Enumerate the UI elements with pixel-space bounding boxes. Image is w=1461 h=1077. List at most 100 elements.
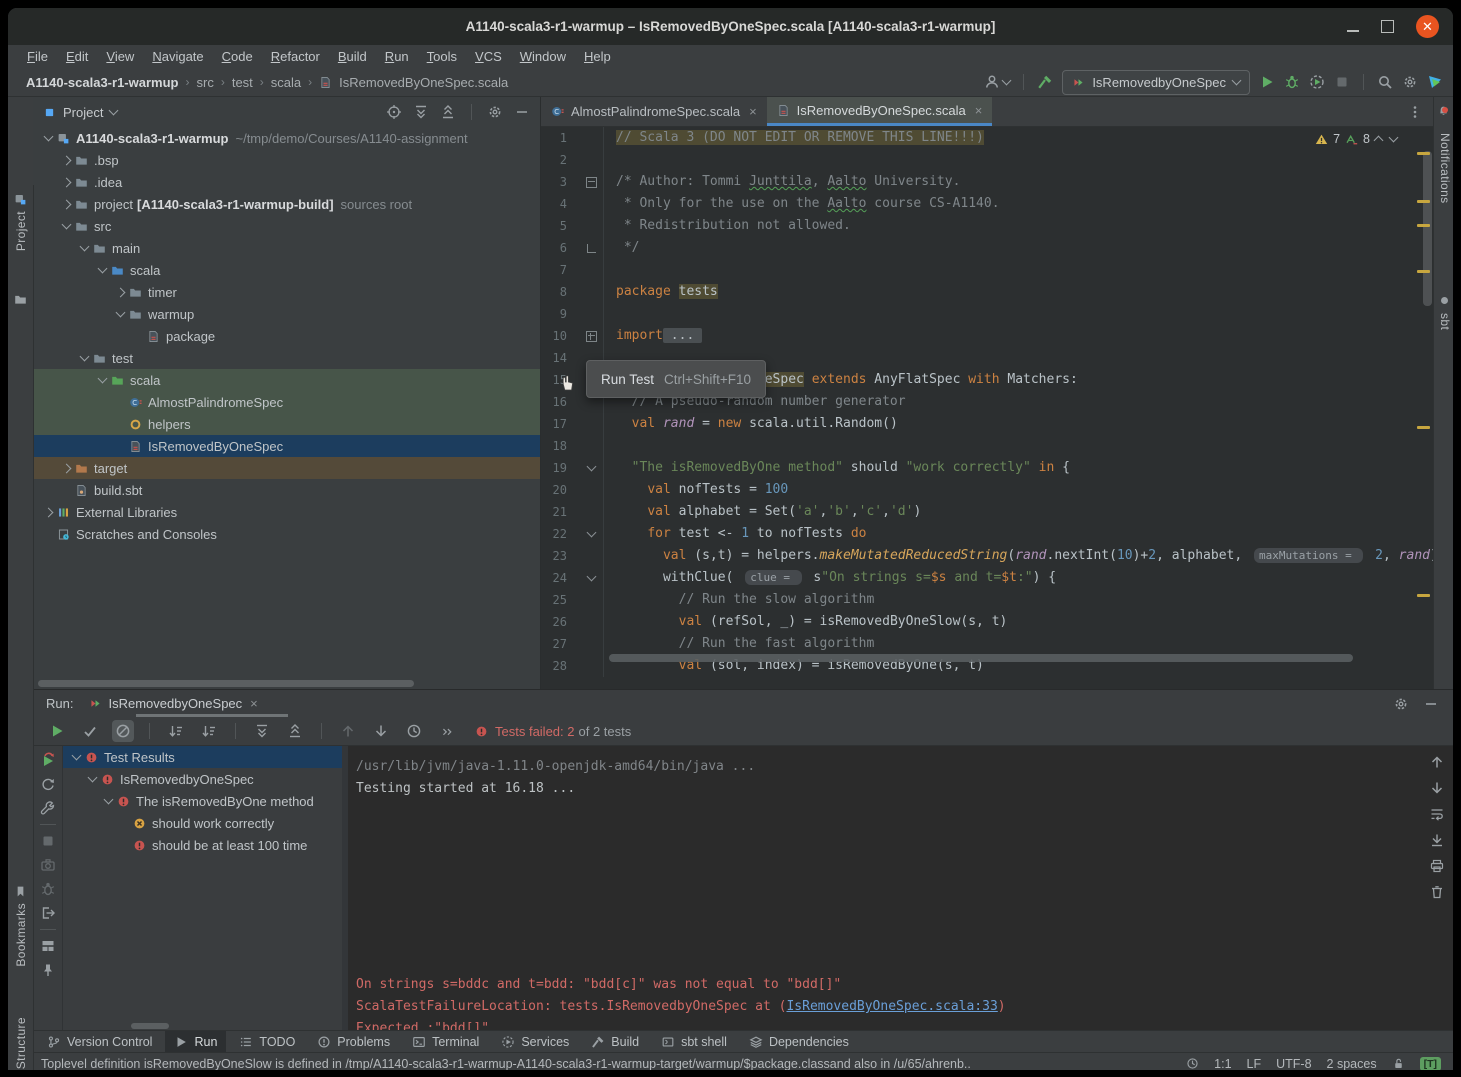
project-tree-item[interactable]: helpers	[33, 413, 540, 435]
chevron-right-icon[interactable]	[115, 287, 125, 297]
code-line[interactable]: 4 * Only for the use on the Aalto course…	[541, 193, 1433, 215]
scroll-down-icon[interactable]	[1429, 780, 1445, 796]
code-line[interactable]: 23 val (s,t) = helpers.makeMutatedReduce…	[541, 545, 1433, 567]
breadcrumb-item[interactable]: A1140-scala3-r1-warmup	[26, 75, 178, 90]
previous-failed-test-button[interactable]	[337, 720, 359, 742]
scroll-to-end-icon[interactable]	[1429, 832, 1445, 848]
close-tab-icon[interactable]: ×	[749, 104, 757, 119]
rerun-tests-button[interactable]	[46, 720, 68, 742]
soft-wrap-icon[interactable]	[1429, 806, 1445, 822]
minimize-button[interactable]	[1347, 30, 1359, 32]
tool-window-tab-run[interactable]: Run	[165, 1031, 226, 1052]
code-line[interactable]: 5 * Redistribution not allowed.	[541, 215, 1433, 237]
run-settings-gear-icon[interactable]	[1393, 696, 1409, 712]
ide-logo-icon[interactable]	[1427, 74, 1443, 90]
project-tree-item[interactable]: AlmostPalindromeSpec	[33, 391, 540, 413]
breadcrumb-item[interactable]: test	[232, 75, 253, 90]
fold-arrow-icon[interactable]	[586, 528, 596, 538]
read-only-lock-icon[interactable]	[1392, 1057, 1405, 1070]
menu-window[interactable]: Window	[511, 49, 575, 64]
collapse-all-button[interactable]	[284, 720, 306, 742]
settings-gear-icon[interactable]	[1402, 74, 1418, 90]
menu-navigate[interactable]: Navigate	[143, 49, 212, 64]
chevron-down-icon[interactable]	[71, 751, 81, 761]
project-tree-item[interactable]: Scratches and Consoles	[33, 523, 540, 545]
project-tree-item[interactable]: src	[33, 215, 540, 237]
mute-breakpoints-icon[interactable]	[40, 881, 56, 897]
notifications-bell-icon[interactable]	[1437, 105, 1450, 123]
hide-run-panel-icon[interactable]	[1423, 696, 1439, 712]
thread-dump-icon[interactable]	[40, 857, 56, 873]
code-line[interactable]: 21 val alphabet = Set('a','b','c','d')	[541, 501, 1433, 523]
chevron-down-icon[interactable]	[97, 374, 107, 384]
code-line[interactable]: 19 "The isRemovedByOne method" should "w…	[541, 457, 1433, 479]
test-tree-item[interactable]: IsRemovedbyOneSpec	[63, 768, 342, 790]
next-failed-test-button[interactable]	[370, 720, 392, 742]
tool-tab-sbt[interactable]: sbt	[1438, 313, 1452, 335]
menu-view[interactable]: View	[97, 49, 143, 64]
code-line[interactable]: 6 */	[541, 237, 1433, 259]
editor-horizontal-scrollbar[interactable]	[609, 654, 1353, 662]
code-line[interactable]: 10import ...	[541, 325, 1433, 347]
run-button-icon[interactable]	[1259, 74, 1275, 90]
tool-tab-structure[interactable]: Structure	[8, 1017, 33, 1070]
warning-stripe-mark[interactable]	[1417, 224, 1430, 227]
chevron-down-icon[interactable]	[43, 132, 53, 142]
project-panel-title[interactable]: Project	[63, 105, 103, 120]
tool-window-tab-version-control[interactable]: Version Control	[38, 1031, 161, 1052]
coverage-icon[interactable]	[1309, 74, 1325, 90]
tool-window-tab-terminal[interactable]: Terminal	[403, 1031, 488, 1052]
debug-icon[interactable]	[1284, 74, 1300, 90]
line-separator[interactable]: LF	[1247, 1057, 1262, 1071]
chevron-down-icon[interactable]	[115, 308, 125, 318]
layout-settings-icon[interactable]	[40, 938, 56, 954]
project-tree-item[interactable]: target	[33, 457, 540, 479]
tool-tab-bookmarks[interactable]: Bookmarks	[8, 885, 33, 967]
build-hammer-icon[interactable]	[1037, 74, 1053, 90]
warning-stripe-mark[interactable]	[1417, 270, 1430, 273]
code-line[interactable]: 17 val rand = new scala.util.Random()	[541, 413, 1433, 435]
code-line[interactable]: 25 // Run the slow algorithm	[541, 589, 1433, 611]
warning-stripe-mark[interactable]	[1417, 594, 1430, 597]
project-tree-item[interactable]: project[A1140-scala3-r1-warmup-build]sou…	[33, 193, 540, 215]
menu-help[interactable]: Help	[575, 49, 620, 64]
test-history-button[interactable]	[403, 720, 425, 742]
project-tree-item[interactable]: warmup	[33, 303, 540, 325]
project-tree-item[interactable]: A1140-scala3-r1-warmup~/tmp/demo/Courses…	[33, 127, 540, 149]
more-actions-icon[interactable]	[436, 720, 458, 742]
chevron-down-icon[interactable]	[61, 220, 71, 230]
code-line[interactable]: 2	[541, 149, 1433, 171]
code-line[interactable]: 9	[541, 303, 1433, 325]
project-tree-item[interactable]: .idea	[33, 171, 540, 193]
tool-tab-project[interactable]: Project	[8, 193, 33, 251]
project-tree-item[interactable]: scala	[33, 259, 540, 281]
expand-all-icon[interactable]	[413, 104, 429, 120]
test-settings-wrench-icon[interactable]	[40, 800, 56, 816]
project-tree-item[interactable]: test	[33, 347, 540, 369]
show-ignored-button[interactable]	[112, 720, 134, 742]
chevron-down-icon[interactable]	[103, 795, 113, 805]
sort-by-duration-button[interactable]	[198, 720, 220, 742]
tool-window-tab-build[interactable]: Build	[582, 1031, 648, 1052]
test-tree-horizontal-scrollbar[interactable]	[131, 1023, 169, 1029]
sort-alphabetically-button[interactable]	[165, 720, 187, 742]
print-icon[interactable]	[1429, 858, 1445, 874]
test-tree-item[interactable]: Test Results	[63, 746, 342, 768]
stop-icon[interactable]	[1334, 74, 1350, 90]
status-clock-icon[interactable]	[1186, 1057, 1199, 1070]
project-tree-item[interactable]: .bsp	[33, 149, 540, 171]
editor-tab[interactable]: AlmostPalindromeSpec.scala×	[541, 97, 767, 126]
menu-vcs[interactable]: VCS	[466, 49, 511, 64]
fold-arrow-icon[interactable]	[586, 462, 596, 472]
code-line[interactable]: 18	[541, 435, 1433, 457]
inspections-widget[interactable]: 7 8	[1315, 132, 1397, 146]
fold-expand-icon[interactable]	[586, 331, 597, 342]
fold-collapse-icon[interactable]	[586, 177, 597, 188]
expand-all-button[interactable]	[251, 720, 273, 742]
chevron-down-icon[interactable]	[79, 242, 89, 252]
test-tree-item[interactable]: should be at least 100 time	[63, 834, 342, 856]
stack-trace-link[interactable]: IsRemovedByOneSpec.scala:33	[786, 999, 997, 1014]
code-area[interactable]: 7 8 Run Test Ctrl+Shift+F10 1// Scala 3 …	[541, 127, 1433, 689]
titlebar[interactable]: A1140-scala3-r1-warmup – IsRemovedByOneS…	[8, 8, 1453, 45]
next-problem-icon[interactable]	[1389, 133, 1399, 143]
